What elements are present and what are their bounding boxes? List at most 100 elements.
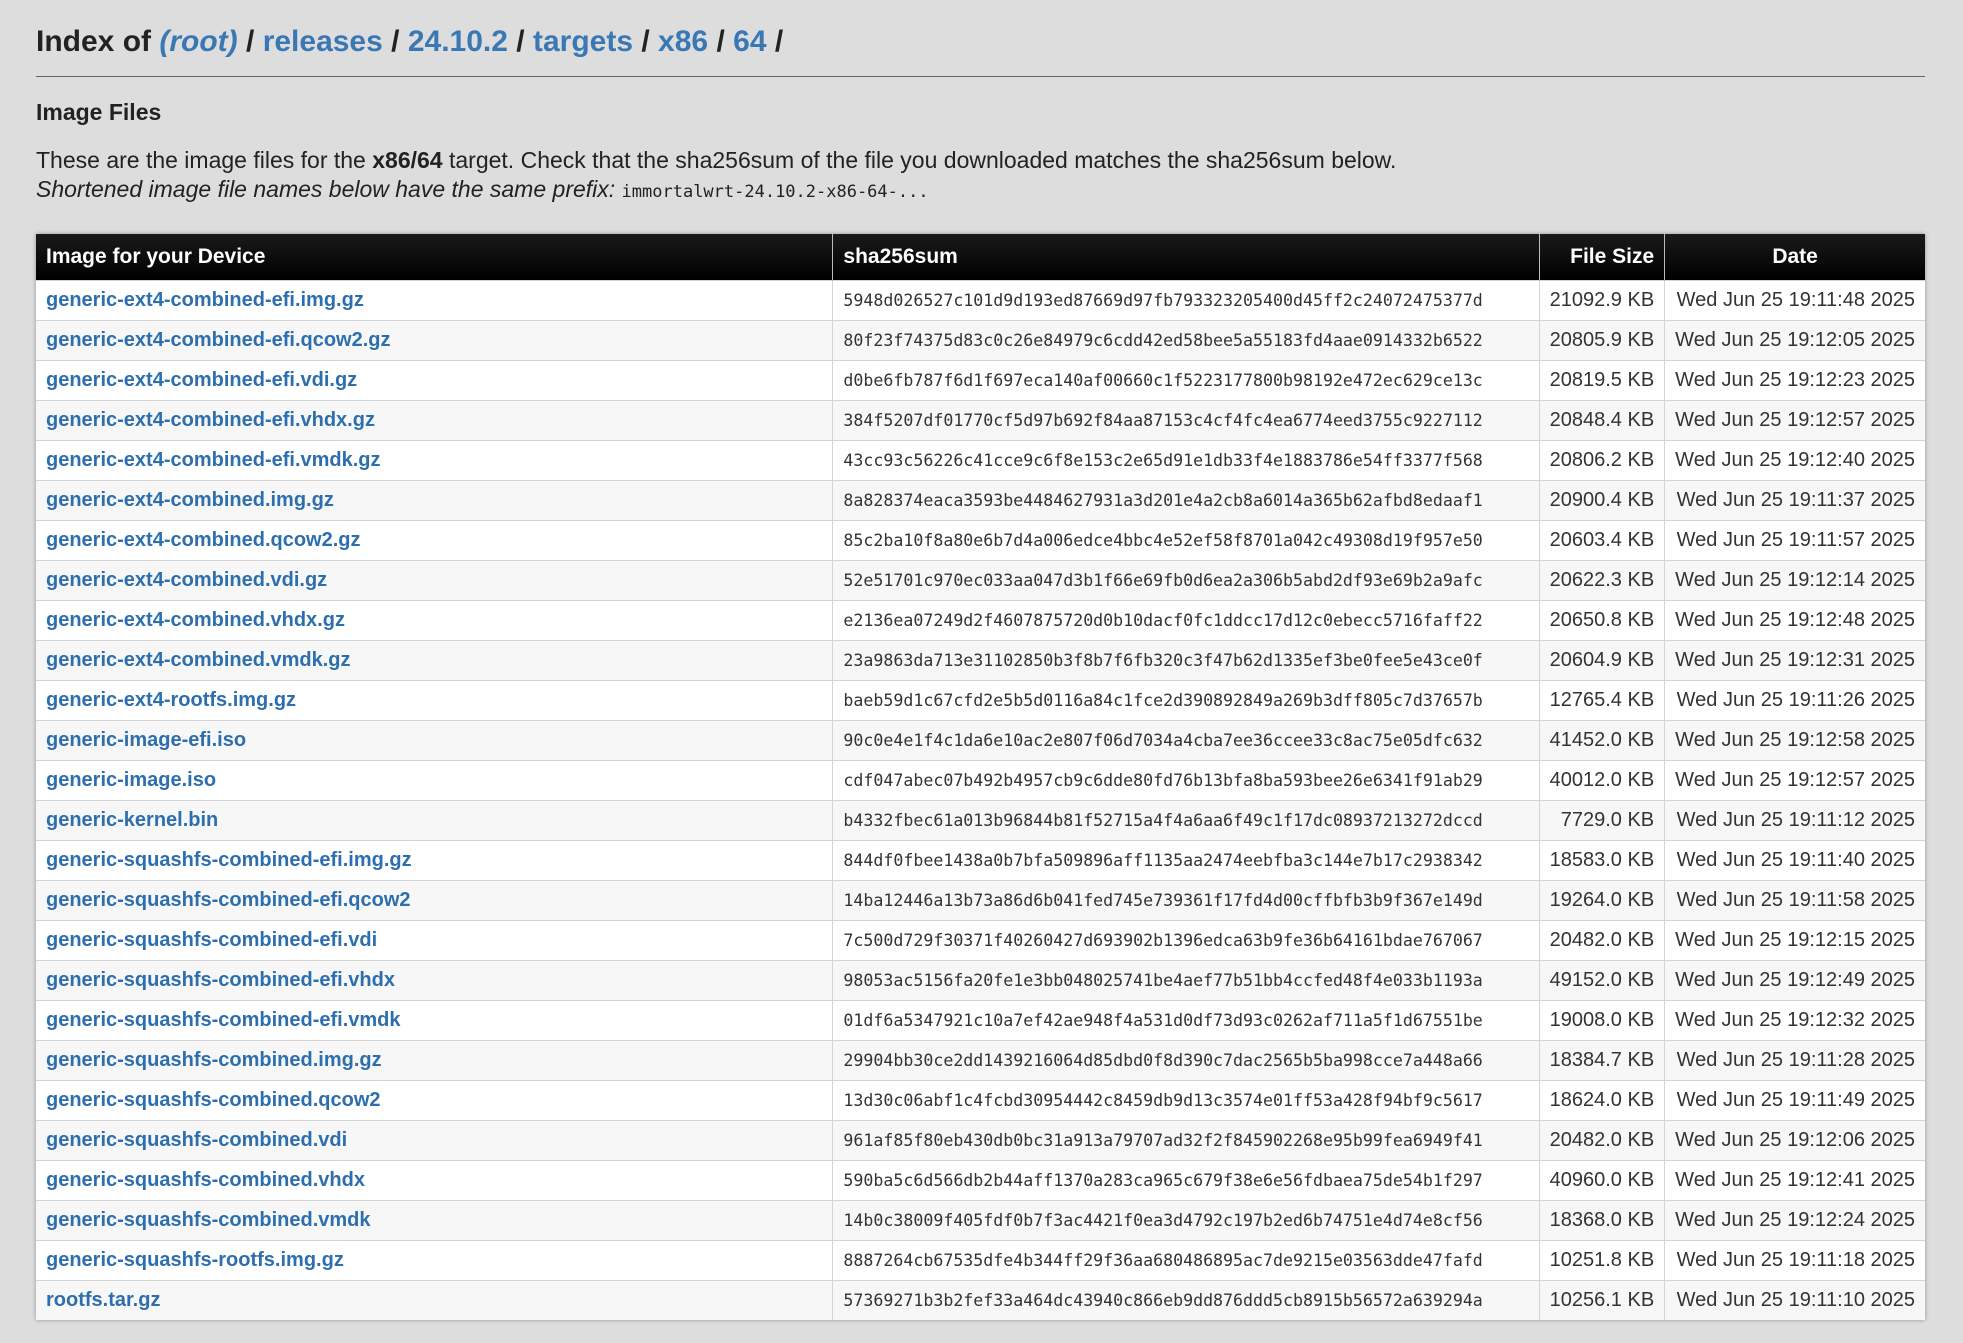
file-download-link[interactable]: generic-ext4-combined-efi.img.gz bbox=[46, 289, 364, 311]
breadcrumb-link-releases[interactable]: releases bbox=[263, 25, 383, 58]
table-body: generic-ext4-combined-efi.img.gz 5948d026… bbox=[36, 280, 1925, 1320]
table-row: generic-squashfs-combined.qcow2 13d30c06a… bbox=[36, 1080, 1925, 1121]
file-download-link[interactable]: generic-squashfs-combined.vmdk bbox=[46, 1209, 371, 1231]
date-cell: Wed Jun 25 19:12:15 2025 bbox=[1664, 920, 1925, 961]
sha256sum-cell: 384f5207df01770cf5d97b692f84aa87153c4cf4… bbox=[832, 400, 1540, 441]
sha256sum-cell: d0be6fb787f6d1f697eca140af00660c1f522317… bbox=[832, 360, 1540, 401]
file-name-cell: generic-image-efi.iso bbox=[36, 720, 834, 761]
file-download-link[interactable]: generic-squashfs-rootfs.img.gz bbox=[46, 1249, 344, 1271]
file-download-link[interactable]: generic-squashfs-combined-efi.img.gz bbox=[46, 849, 412, 871]
date-cell: Wed Jun 25 19:12:06 2025 bbox=[1664, 1120, 1925, 1161]
column-header-date[interactable]: Date bbox=[1664, 234, 1925, 281]
description-text-2: target. Check that the sha256sum of the … bbox=[448, 147, 1397, 173]
date-cell: Wed Jun 25 19:12:23 2025 bbox=[1664, 360, 1925, 401]
file-name-cell: generic-squashfs-combined.qcow2 bbox=[36, 1080, 834, 1121]
breadcrumb-link-x86[interactable]: x86 bbox=[658, 25, 708, 58]
sha256sum-cell: 01df6a5347921c10a7ef42ae948f4a531d0df73d… bbox=[832, 1000, 1540, 1041]
table-row: generic-ext4-combined-efi.vhdx.gz 384f520… bbox=[36, 400, 1925, 441]
breadcrumb-root-link[interactable]: (root) bbox=[159, 25, 237, 58]
table-row: generic-squashfs-combined-efi.vhdx 98053a… bbox=[36, 960, 1925, 1001]
file-download-link[interactable]: generic-ext4-combined.qcow2.gz bbox=[46, 529, 361, 551]
column-header-sha256sum[interactable]: sha256sum bbox=[832, 234, 1540, 281]
file-download-link[interactable]: generic-ext4-combined-efi.vmdk.gz bbox=[46, 449, 381, 471]
file-download-link[interactable]: generic-ext4-combined.vdi.gz bbox=[46, 569, 327, 591]
file-name-cell: generic-squashfs-combined.vdi bbox=[36, 1120, 834, 1161]
sha256sum-cell: 52e51701c970ec033aa047d3b1f66e69fb0d6ea2… bbox=[832, 560, 1540, 601]
file-download-link[interactable]: generic-squashfs-combined-efi.vmdk bbox=[46, 1009, 401, 1031]
file-size-cell: 19008.0 KB bbox=[1539, 1000, 1666, 1041]
prefix-note: Shortened image file names below have th… bbox=[36, 175, 1925, 206]
breadcrumb-link-version[interactable]: 24.10.2 bbox=[408, 25, 508, 58]
table-row: generic-ext4-combined-efi.img.gz 5948d026… bbox=[36, 280, 1925, 321]
file-download-link[interactable]: generic-image-efi.iso bbox=[46, 729, 246, 751]
file-name-cell: generic-squashfs-combined-efi.qcow2 bbox=[36, 880, 834, 921]
file-name-cell: generic-ext4-combined-efi.qcow2.gz bbox=[36, 320, 834, 361]
file-size-cell: 20482.0 KB bbox=[1539, 920, 1666, 961]
file-download-link[interactable]: generic-squashfs-combined-efi.qcow2 bbox=[46, 889, 411, 911]
file-size-cell: 10251.8 KB bbox=[1539, 1240, 1666, 1281]
file-size-cell: 20603.4 KB bbox=[1539, 520, 1666, 561]
file-name-cell: generic-ext4-combined.vhdx.gz bbox=[36, 600, 834, 641]
sha256sum-cell: cdf047abec07b492b4957cb9c6dde80fd76b13bf… bbox=[832, 760, 1540, 801]
sha256sum-cell: 14ba12446a13b73a86d6b041fed745e739361f17… bbox=[832, 880, 1540, 921]
description-target: x86/64 bbox=[372, 147, 443, 173]
sha256sum-cell: 85c2ba10f8a80e6b7d4a006edce4bbc4e52ef58f… bbox=[832, 520, 1540, 561]
page-content: Index of (root) / releases / 24.10.2 / t… bbox=[36, 0, 1925, 1320]
table-row: generic-squashfs-combined.vmdk 14b0c38009… bbox=[36, 1200, 1925, 1241]
file-download-link[interactable]: generic-ext4-combined.img.gz bbox=[46, 489, 334, 511]
date-cell: Wed Jun 25 19:11:10 2025 bbox=[1664, 1280, 1925, 1320]
file-size-cell: 40012.0 KB bbox=[1539, 760, 1666, 801]
date-cell: Wed Jun 25 19:12:05 2025 bbox=[1664, 320, 1925, 361]
sha256sum-cell: 80f23f74375d83c0c26e84979c6cdd42ed58bee5… bbox=[832, 320, 1540, 361]
file-name-cell: generic-image.iso bbox=[36, 760, 834, 801]
file-name-cell: generic-squashfs-combined.vhdx bbox=[36, 1160, 834, 1201]
file-name-cell: generic-ext4-combined.img.gz bbox=[36, 480, 834, 521]
file-download-link[interactable]: generic-ext4-combined.vhdx.gz bbox=[46, 609, 345, 631]
date-cell: Wed Jun 25 19:12:48 2025 bbox=[1664, 600, 1925, 641]
file-download-link[interactable]: generic-ext4-combined.vmdk.gz bbox=[46, 649, 351, 671]
file-download-link[interactable]: generic-squashfs-combined.vhdx bbox=[46, 1169, 365, 1191]
file-download-link[interactable]: generic-squashfs-combined.img.gz bbox=[46, 1049, 382, 1071]
file-download-link[interactable]: generic-squashfs-combined.qcow2 bbox=[46, 1089, 381, 1111]
breadcrumb-link-targets[interactable]: targets bbox=[533, 25, 633, 58]
column-header-image[interactable]: Image for your Device bbox=[36, 234, 834, 281]
file-download-link[interactable]: generic-squashfs-combined-efi.vdi bbox=[46, 929, 377, 951]
file-size-cell: 20806.2 KB bbox=[1539, 440, 1666, 481]
sha256sum-cell: 8887264cb67535dfe4b344ff29f36aa680486895… bbox=[832, 1240, 1540, 1281]
breadcrumb-link-64[interactable]: 64 bbox=[733, 25, 766, 58]
file-name-cell: generic-squashfs-combined.img.gz bbox=[36, 1040, 834, 1081]
file-size-cell: 18368.0 KB bbox=[1539, 1200, 1666, 1241]
title-prefix: Index of bbox=[36, 25, 152, 58]
sha256sum-cell: 7c500d729f30371f40260427d693902b1396edca… bbox=[832, 920, 1540, 961]
file-download-link[interactable]: generic-ext4-combined-efi.vhdx.gz bbox=[46, 409, 375, 431]
file-size-cell: 49152.0 KB bbox=[1539, 960, 1666, 1001]
file-name-cell: generic-squashfs-combined-efi.img.gz bbox=[36, 840, 834, 881]
file-size-cell: 19264.0 KB bbox=[1539, 880, 1666, 921]
table-row: generic-squashfs-combined-efi.vdi 7c500d7… bbox=[36, 920, 1925, 961]
file-download-link[interactable]: generic-squashfs-combined-efi.vhdx bbox=[46, 969, 395, 991]
column-header-file-size[interactable]: File Size bbox=[1539, 234, 1666, 281]
table-row: generic-squashfs-combined.img.gz 29904bb3… bbox=[36, 1040, 1925, 1081]
date-cell: Wed Jun 25 19:12:24 2025 bbox=[1664, 1200, 1925, 1241]
table-row: generic-ext4-combined-efi.qcow2.gz 80f23f… bbox=[36, 320, 1925, 361]
table-row: generic-squashfs-combined.vhdx 590ba5c6d5… bbox=[36, 1160, 1925, 1201]
file-size-cell: 20900.4 KB bbox=[1539, 480, 1666, 521]
table-header: Image for your Device sha256sum File Siz… bbox=[36, 234, 1925, 281]
sha256sum-cell: 23a9863da713e31102850b3f8b7f6fb320c3f47b… bbox=[832, 640, 1540, 681]
file-download-link[interactable]: generic-ext4-combined-efi.qcow2.gz bbox=[46, 329, 391, 351]
breadcrumb-separator: / bbox=[516, 25, 525, 58]
sha256sum-cell: 29904bb30ce2dd1439216064d85dbd0f8d390c7d… bbox=[832, 1040, 1540, 1081]
sha256sum-cell: 98053ac5156fa20fe1e3bb048025741be4aef77b… bbox=[832, 960, 1540, 1001]
sha256sum-cell: 5948d026527c101d9d193ed87669d97fb7933232… bbox=[832, 280, 1540, 321]
file-download-link[interactable]: rootfs.tar.gz bbox=[46, 1289, 160, 1311]
prefix-code: immortalwrt-24.10.2-x86-64-... bbox=[621, 182, 929, 202]
table-row: generic-ext4-combined-efi.vmdk.gz 43cc93c… bbox=[36, 440, 1925, 481]
file-download-link[interactable]: generic-image.iso bbox=[46, 769, 216, 791]
sha256sum-cell: baeb59d1c67cfd2e5b5d0116a84c1fce2d390892… bbox=[832, 680, 1540, 721]
file-download-link[interactable]: generic-ext4-combined-efi.vdi.gz bbox=[46, 369, 357, 391]
file-download-link[interactable]: generic-kernel.bin bbox=[46, 809, 218, 831]
file-size-cell: 18384.7 KB bbox=[1539, 1040, 1666, 1081]
file-download-link[interactable]: generic-ext4-rootfs.img.gz bbox=[46, 689, 296, 711]
date-cell: Wed Jun 25 19:11:40 2025 bbox=[1664, 840, 1925, 881]
file-download-link[interactable]: generic-squashfs-combined.vdi bbox=[46, 1129, 347, 1151]
